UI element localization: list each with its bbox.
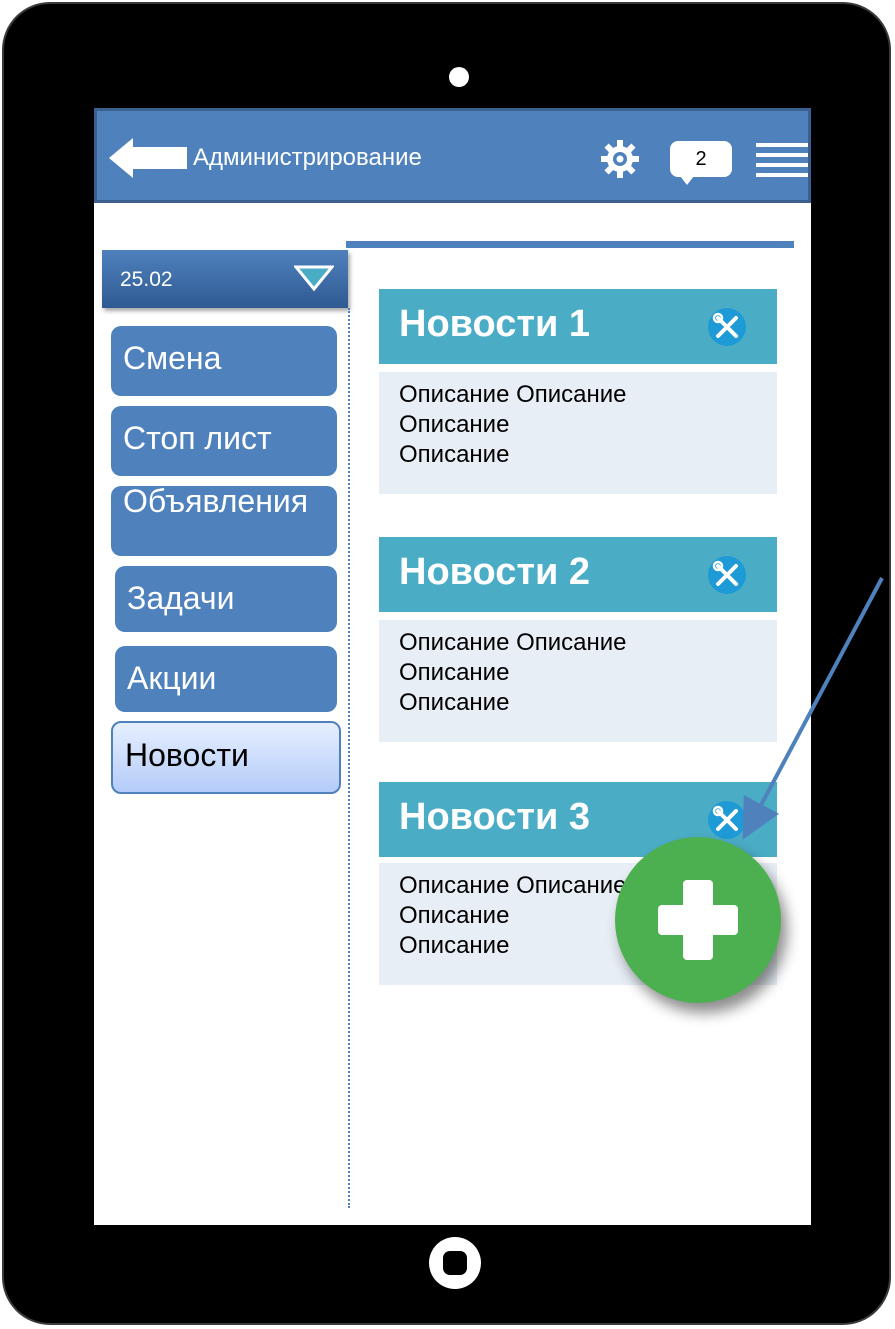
sidebar-item-label: Объявления: [123, 486, 309, 519]
tools-edit-icon[interactable]: [707, 555, 747, 595]
tools-edit-icon[interactable]: [707, 307, 747, 347]
sidebar-item-shift[interactable]: Смена: [111, 326, 337, 396]
news-card-header[interactable]: Новости 1: [379, 289, 777, 364]
back-arrow-icon[interactable]: [109, 136, 187, 180]
news-card-header[interactable]: Новости 2: [379, 537, 777, 612]
app-screen: Администрирование 2 25.02 Смена Стоп лис…: [94, 108, 811, 1225]
news-title: Новости 1: [399, 303, 591, 345]
sidebar-item-tasks[interactable]: Задачи: [115, 566, 337, 632]
sidebar-item-stop-list[interactable]: Стоп лист: [111, 406, 337, 476]
news-description-line: Описание: [399, 411, 510, 438]
plus-icon: [658, 880, 738, 960]
gear-icon[interactable]: [600, 139, 640, 179]
app-header: Администрирование 2: [94, 108, 811, 203]
home-button[interactable]: [429, 1237, 481, 1289]
news-description-line: Описание: [399, 689, 510, 716]
sidebar-item-announcements[interactable]: Объявления: [111, 486, 337, 556]
news-title: Новости 2: [399, 551, 591, 593]
news-description-line: Описание: [399, 441, 510, 468]
date-value: 25.02: [120, 268, 173, 291]
news-description-line: Описание Описание: [399, 629, 627, 656]
news-card-body: Описание Описание Описание Описание: [379, 372, 777, 494]
page-title: Администрирование: [193, 144, 422, 171]
news-card-body: Описание Описание Описание Описание: [379, 620, 777, 742]
sidebar-item-news[interactable]: Новости: [111, 721, 341, 794]
content-top-divider: [346, 241, 794, 248]
camera-dot: [449, 67, 469, 87]
tools-edit-icon[interactable]: [707, 800, 747, 840]
chevron-down-icon[interactable]: [294, 264, 334, 292]
sidebar-divider: [348, 308, 350, 1208]
add-news-button[interactable]: [615, 837, 781, 1003]
sidebar-item-label: Акции: [127, 660, 217, 696]
news-description-line: Описание: [399, 659, 510, 686]
hamburger-menu-icon[interactable]: [756, 141, 808, 179]
sidebar-item-label: Стоп лист: [123, 420, 272, 456]
news-title: Новости 3: [399, 796, 591, 838]
news-description-line: Описание Описание: [399, 381, 627, 408]
date-dropdown[interactable]: 25.02: [102, 250, 348, 308]
sidebar-item-promotions[interactable]: Акции: [115, 646, 337, 712]
badge-count: 2: [695, 148, 707, 170]
sidebar-item-label: Смена: [123, 340, 222, 376]
sidebar-item-label: Новости: [125, 737, 249, 773]
sidebar-item-label: Задачи: [127, 580, 235, 616]
notification-badge[interactable]: 2: [670, 141, 732, 185]
